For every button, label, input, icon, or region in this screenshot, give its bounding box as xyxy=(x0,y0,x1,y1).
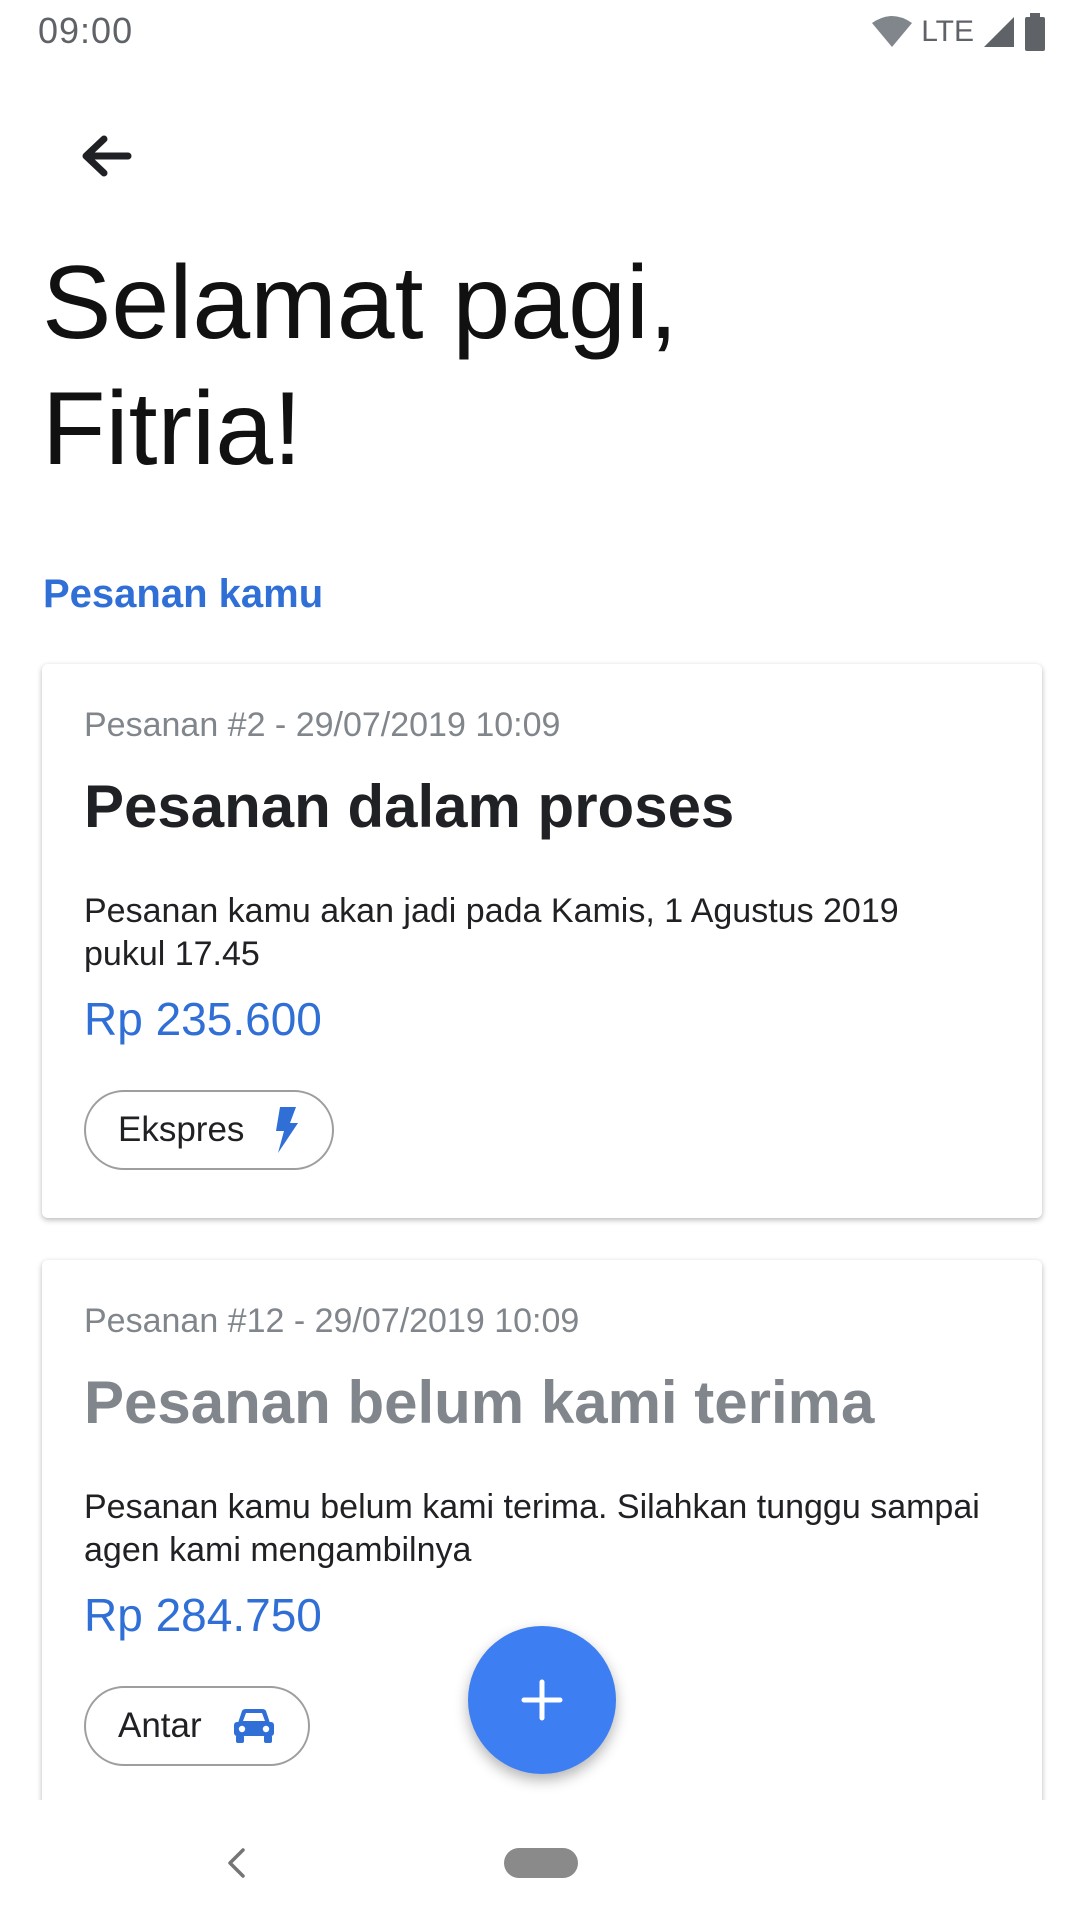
nav-back-button[interactable] xyxy=(216,1838,256,1888)
plus-icon xyxy=(521,1679,563,1721)
greeting-line-2: Fitria! xyxy=(42,371,302,487)
order-description: Pesanan kamu akan jadi pada Kamis, 1 Agu… xyxy=(84,892,899,973)
status-bar: 09:00 LTE xyxy=(0,0,1080,66)
order-price: Rp 235.600 xyxy=(84,993,322,1045)
nav-back-icon xyxy=(228,1848,245,1878)
status-icons: LTE xyxy=(871,12,1046,52)
lightning-bolt-icon xyxy=(276,1107,299,1153)
order-description: Pesanan kamu belum kami terima. Silahkan… xyxy=(84,1488,980,1569)
car-icon xyxy=(233,1709,274,1743)
chip-label: Ekspres xyxy=(118,1110,245,1149)
nav-home-pill[interactable] xyxy=(504,1848,578,1878)
order-meta: Pesanan #2 - 29/07/2019 10:09 xyxy=(84,706,561,744)
order-status: Pesanan dalam proses xyxy=(84,773,735,840)
wifi-icon xyxy=(872,16,913,47)
order-status: Pesanan belum kami terima xyxy=(84,1369,875,1436)
chip-label: Antar xyxy=(118,1706,202,1745)
order-card[interactable]: Pesanan #2 - 29/07/2019 10:09 Pesanan da… xyxy=(42,664,1042,1218)
status-time: 09:00 xyxy=(38,10,134,51)
battery-icon xyxy=(1025,13,1045,51)
greeting-line-1: Selamat pagi, xyxy=(42,245,678,361)
cell-signal-icon xyxy=(984,17,1014,47)
back-button[interactable] xyxy=(70,120,142,192)
delivery-type-chip[interactable]: Ekspres xyxy=(84,1090,335,1170)
add-order-button[interactable] xyxy=(468,1626,616,1774)
arrow-back-icon xyxy=(82,135,132,177)
order-price: Rp 284.750 xyxy=(84,1589,322,1641)
greeting-heading: Selamat pagi, Fitria! xyxy=(42,240,942,492)
delivery-type-chip[interactable]: Antar xyxy=(84,1686,310,1766)
order-meta: Pesanan #12 - 29/07/2019 10:09 xyxy=(84,1302,580,1340)
section-title: Pesanan kamu xyxy=(43,572,324,616)
network-type-label: LTE xyxy=(921,15,974,48)
